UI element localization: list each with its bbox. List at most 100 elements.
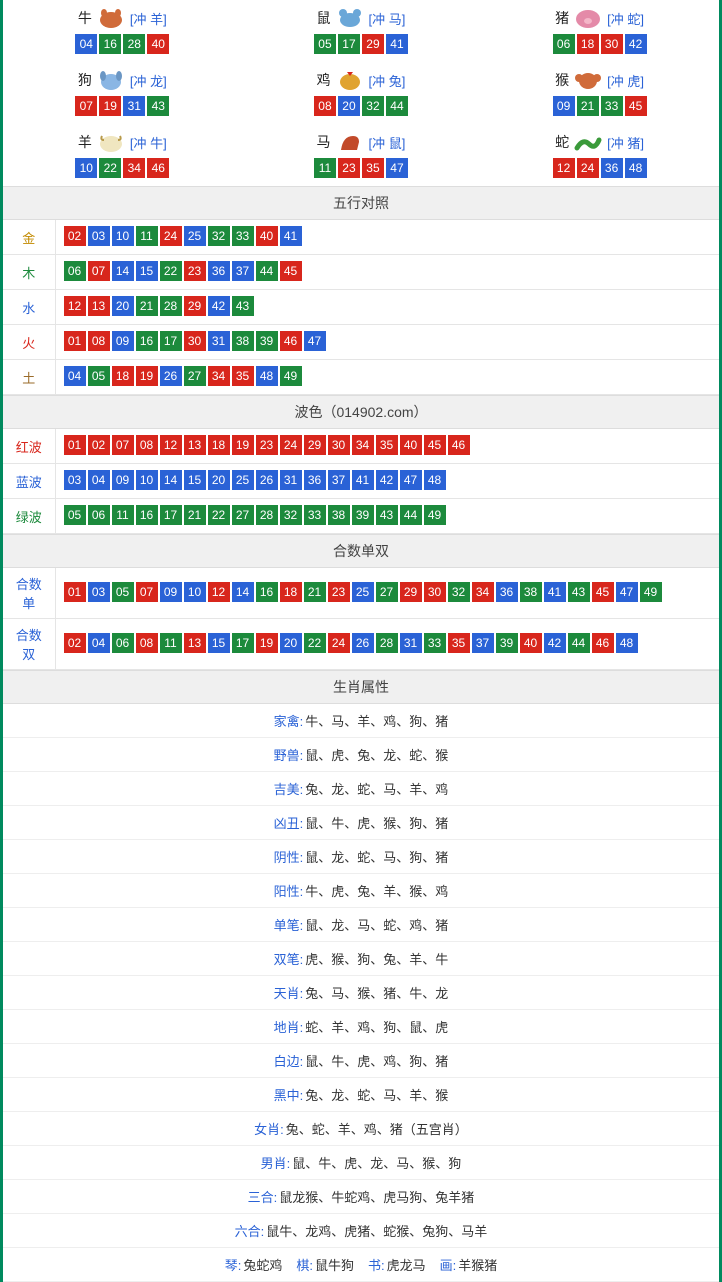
zodiac-chong: [冲 鼠]	[369, 133, 406, 152]
attr-label: 琴:	[225, 1255, 242, 1274]
number-ball: 20	[338, 96, 360, 116]
number-ball: 27	[232, 505, 254, 525]
zodiac-chong: [冲 马]	[369, 9, 406, 28]
attr-value: 兔蛇鸡	[243, 1255, 282, 1274]
attrs-header: 生肖属性	[3, 670, 719, 704]
row-balls: 1213202128294243	[55, 290, 719, 325]
number-ball: 27	[184, 366, 206, 386]
zodiac-cell: 猪[冲 蛇]06183042	[480, 0, 719, 62]
attr-label: 棋:	[296, 1255, 313, 1274]
number-ball: 04	[88, 470, 110, 490]
number-ball: 15	[208, 633, 230, 653]
wuxing-table: 金02031011242532334041木060714152223363744…	[3, 220, 719, 395]
number-ball: 18	[577, 34, 599, 54]
attr-value: 兔、龙、蛇、马、羊、猴	[305, 1085, 448, 1104]
number-ball: 33	[232, 226, 254, 246]
row-label: 蓝波	[3, 464, 55, 499]
number-ball: 09	[112, 470, 134, 490]
attr-label: 书:	[368, 1255, 385, 1274]
number-ball: 30	[424, 582, 446, 602]
number-ball: 31	[280, 470, 302, 490]
row-balls: 0103050709101214161821232527293032343638…	[55, 568, 719, 619]
zodiac-chong: [冲 龙]	[130, 71, 167, 90]
number-ball: 19	[99, 96, 121, 116]
number-ball: 04	[64, 366, 86, 386]
attr-row: 阴性: 鼠、龙、蛇、马、狗、猪	[3, 840, 719, 874]
number-ball: 07	[75, 96, 97, 116]
number-ball: 42	[208, 296, 230, 316]
number-ball: 15	[184, 470, 206, 490]
number-ball: 28	[256, 505, 278, 525]
zodiac-name: 马	[317, 132, 331, 152]
row-label: 木	[3, 255, 55, 290]
number-ball: 13	[184, 435, 206, 455]
number-ball: 44	[386, 96, 408, 116]
row-balls: 02031011242532334041	[55, 220, 719, 255]
zodiac-chong: [冲 兔]	[369, 71, 406, 90]
zodiac-icon	[333, 6, 367, 30]
attr-value: 鼠、虎、兔、龙、蛇、猴	[305, 745, 448, 764]
number-ball: 49	[424, 505, 446, 525]
attr-value: 鼠、龙、蛇、马、狗、猪	[305, 847, 448, 866]
number-ball: 06	[64, 261, 86, 281]
attr-row: 六合: 鼠牛、龙鸡、虎猪、蛇猴、兔狗、马羊	[3, 1214, 719, 1248]
attr-label: 吉美:	[274, 779, 304, 798]
attr-value: 鼠、牛、虎、龙、马、猴、狗	[292, 1153, 461, 1172]
attr-row: 男肖: 鼠、牛、虎、龙、马、猴、狗	[3, 1146, 719, 1180]
zodiac-name: 猴	[555, 70, 569, 90]
zodiac-icon	[571, 68, 605, 92]
number-ball: 12	[64, 296, 86, 316]
attr-value: 虎龙马	[387, 1255, 426, 1274]
number-ball: 16	[136, 331, 158, 351]
table-row: 金02031011242532334041	[3, 220, 719, 255]
number-ball: 47	[304, 331, 326, 351]
row-balls: 0204060811131517192022242628313335373940…	[55, 619, 719, 670]
number-ball: 37	[232, 261, 254, 281]
number-ball: 29	[400, 582, 422, 602]
row-balls: 05061116172122272832333839434449	[55, 499, 719, 534]
number-ball: 43	[568, 582, 590, 602]
number-ball: 48	[256, 366, 278, 386]
number-ball: 33	[601, 96, 623, 116]
number-ball: 16	[136, 505, 158, 525]
number-ball: 43	[232, 296, 254, 316]
number-ball: 35	[448, 633, 470, 653]
number-ball: 46	[280, 331, 302, 351]
number-ball: 05	[112, 582, 134, 602]
number-ball: 26	[256, 470, 278, 490]
number-ball: 30	[601, 34, 623, 54]
number-ball: 28	[376, 633, 398, 653]
number-ball: 47	[386, 158, 408, 178]
number-ball: 34	[123, 158, 145, 178]
zodiac-name: 鼠	[317, 8, 331, 28]
number-ball: 09	[112, 331, 134, 351]
number-ball: 02	[64, 633, 86, 653]
attr-row: 家禽: 牛、马、羊、鸡、狗、猪	[3, 704, 719, 738]
number-ball: 06	[88, 505, 110, 525]
table-row: 火0108091617303138394647	[3, 325, 719, 360]
number-ball: 21	[136, 296, 158, 316]
number-ball: 22	[304, 633, 326, 653]
number-ball: 35	[376, 435, 398, 455]
attr-label: 白边:	[274, 1051, 304, 1070]
number-ball: 39	[352, 505, 374, 525]
number-ball: 08	[136, 435, 158, 455]
number-ball: 35	[362, 158, 384, 178]
number-ball: 20	[112, 296, 134, 316]
zodiac-icon	[571, 6, 605, 30]
bose-table: 红波0102070812131819232429303435404546蓝波03…	[3, 429, 719, 534]
zodiac-name: 鸡	[317, 70, 331, 90]
number-ball: 10	[184, 582, 206, 602]
number-ball: 40	[256, 226, 278, 246]
number-ball: 43	[376, 505, 398, 525]
number-ball: 09	[160, 582, 182, 602]
number-ball: 17	[338, 34, 360, 54]
number-ball: 34	[472, 582, 494, 602]
attr-value: 鼠牛、龙鸡、虎猪、蛇猴、兔狗、马羊	[266, 1221, 487, 1240]
number-ball: 31	[208, 331, 230, 351]
attr-row: 双笔: 虎、猴、狗、兔、羊、牛	[3, 942, 719, 976]
number-ball: 26	[352, 633, 374, 653]
number-ball: 42	[544, 633, 566, 653]
number-ball: 25	[352, 582, 374, 602]
table-row: 木06071415222336374445	[3, 255, 719, 290]
